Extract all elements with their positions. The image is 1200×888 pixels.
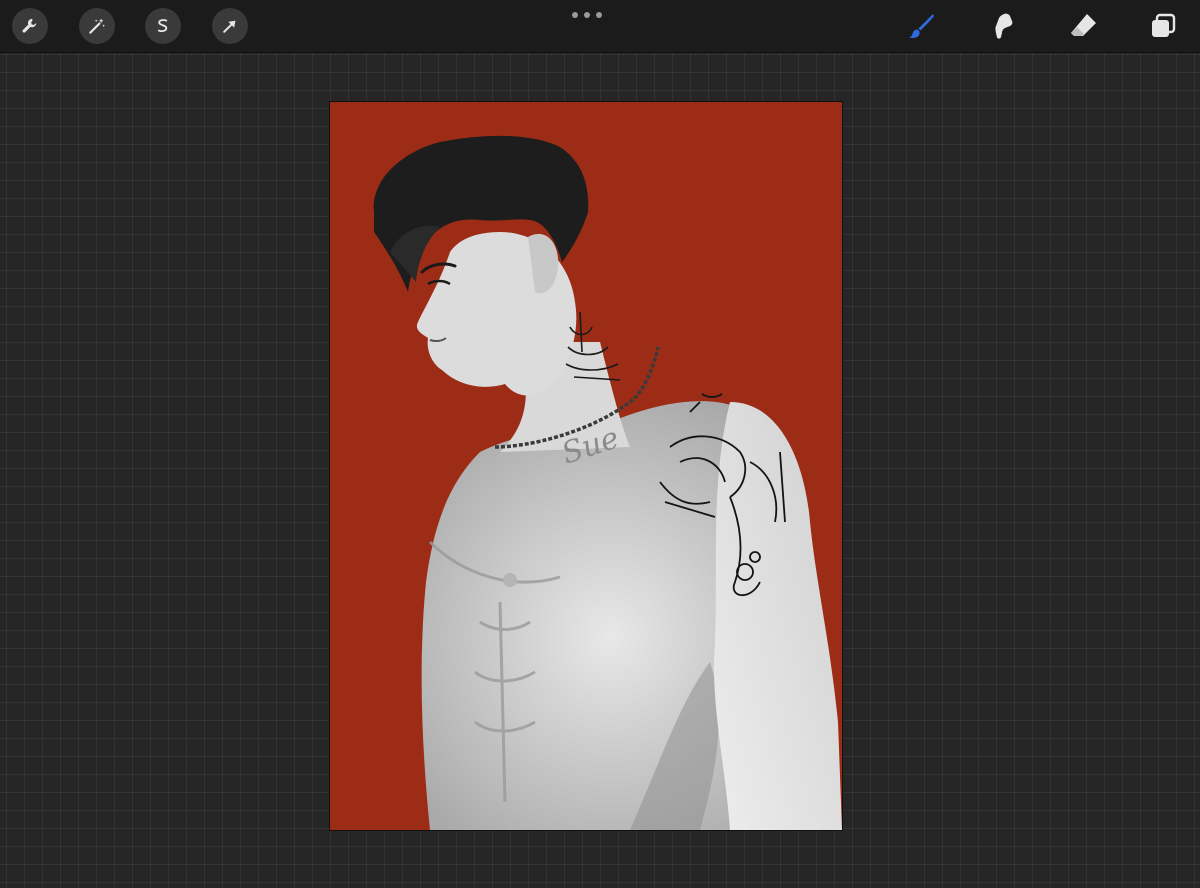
wrench-icon — [22, 18, 37, 33]
more-dots-icon — [596, 12, 602, 18]
layers-button[interactable] — [1145, 8, 1181, 44]
selection-icon — [157, 19, 168, 33]
actions-button[interactable] — [12, 8, 48, 44]
smudge-icon — [995, 13, 1013, 39]
selection-button[interactable] — [145, 8, 181, 44]
eraser-icon — [1071, 14, 1096, 36]
artwork-canvas[interactable]: Sue — [330, 102, 842, 830]
brush-icon — [909, 14, 934, 38]
transform-button[interactable] — [212, 8, 248, 44]
adjustments-button[interactable] — [79, 8, 115, 44]
more-dots-icon — [572, 12, 578, 18]
artwork-illustration: Sue — [330, 102, 842, 830]
procreate-app: Sue — [0, 0, 1200, 888]
arrow-cursor-icon — [223, 20, 236, 33]
smudge-button[interactable] — [984, 8, 1020, 44]
magic-wand-icon — [89, 18, 106, 34]
more-options-button[interactable] — [572, 8, 602, 22]
nipple — [503, 573, 517, 587]
more-dots-icon — [584, 12, 590, 18]
layers-icon — [1152, 13, 1176, 37]
top-toolbar — [0, 0, 1200, 53]
brush-button[interactable] — [903, 8, 939, 44]
eraser-button[interactable] — [1065, 8, 1101, 44]
